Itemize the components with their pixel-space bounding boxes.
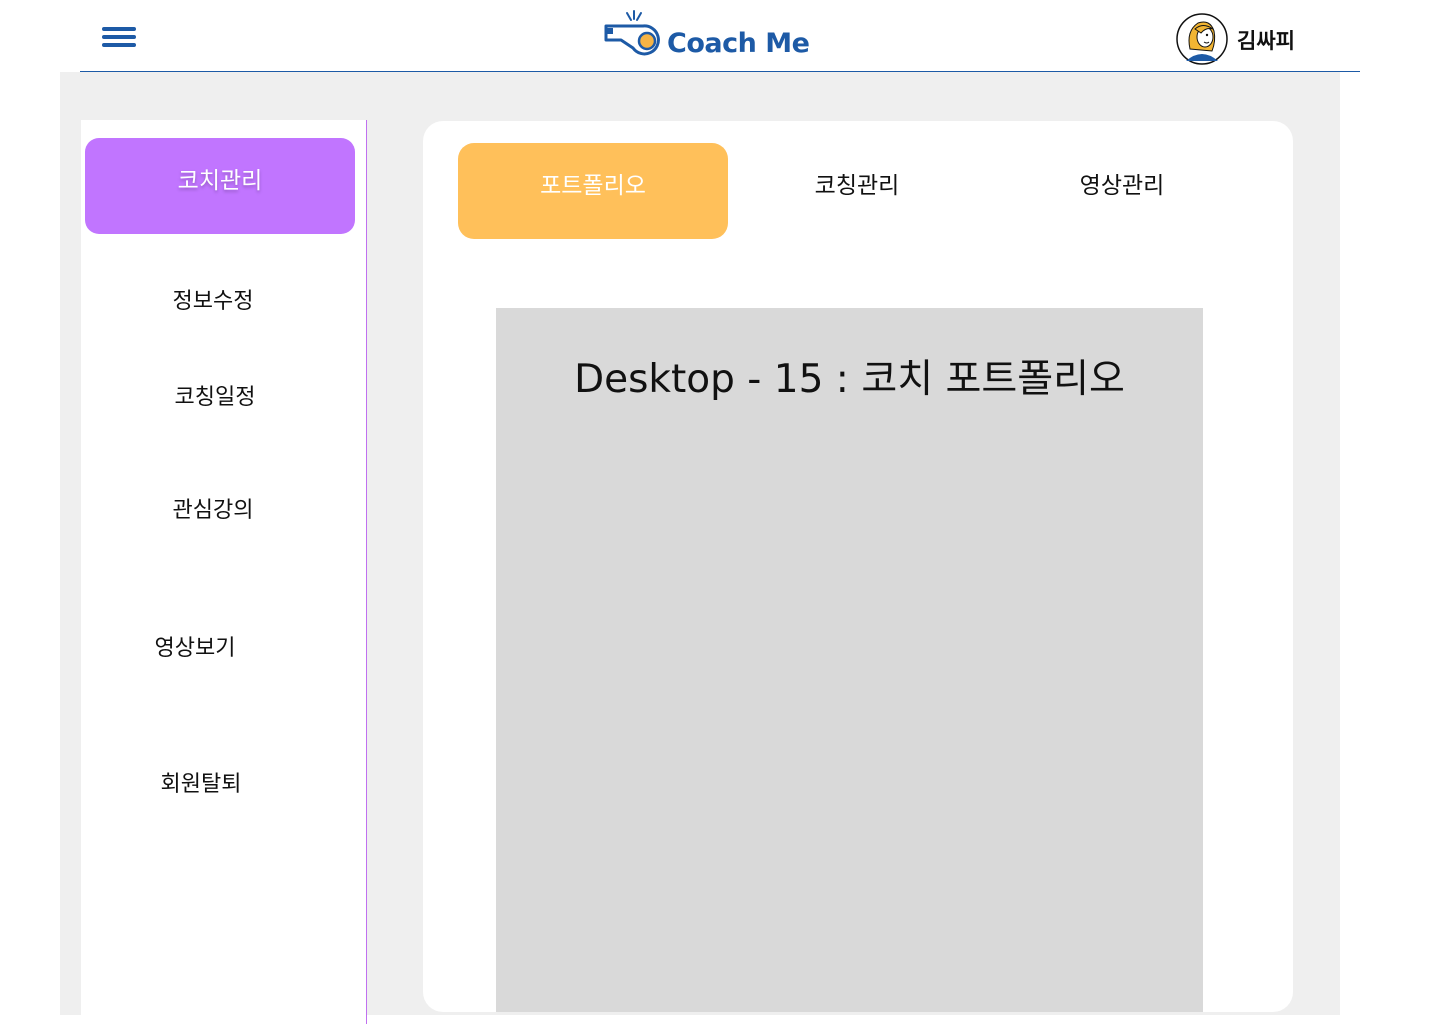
menu-bar: [102, 35, 136, 39]
sidebar: 코치관리 정보수정 코칭일정 관심강의 영상보기 회원탈퇴: [81, 120, 367, 1024]
menu-bar: [102, 43, 136, 47]
portfolio-placeholder: Desktop - 15 : 코치 포트폴리오: [496, 308, 1203, 1012]
placeholder-title: Desktop - 15 : 코치 포트폴리오: [574, 357, 1125, 402]
sidebar-item-favorite-lectures[interactable]: 관심강의: [113, 492, 313, 524]
content-panel: 포트폴리오 코칭관리 영상관리 Desktop - 15 : 코치 포트폴리오: [423, 121, 1293, 1012]
logo-text: Coach Me: [667, 28, 810, 59]
sidebar-item-coaching-schedule[interactable]: 코칭일정: [115, 379, 315, 411]
tab-portfolio[interactable]: 포트폴리오: [458, 143, 728, 239]
avatar: [1176, 13, 1228, 65]
hamburger-menu-icon[interactable]: [102, 27, 136, 49]
sidebar-item-withdraw[interactable]: 회원탈퇴: [101, 766, 301, 798]
sidebar-item-coach-manage[interactable]: 코치관리: [85, 138, 355, 234]
logo[interactable]: Coach Me: [603, 10, 813, 62]
sidebar-item-watch-videos[interactable]: 영상보기: [95, 630, 295, 662]
whistle-icon: [604, 10, 660, 56]
sidebar-item-edit-info[interactable]: 정보수정: [113, 283, 313, 315]
user-name: 김싸피: [1237, 29, 1295, 53]
tab-video-manage[interactable]: 영상관리: [987, 143, 1257, 239]
tab-coaching-manage[interactable]: 코칭관리: [722, 143, 992, 239]
menu-bar: [102, 27, 136, 31]
top-header: Coach Me 김싸피: [0, 0, 1440, 72]
